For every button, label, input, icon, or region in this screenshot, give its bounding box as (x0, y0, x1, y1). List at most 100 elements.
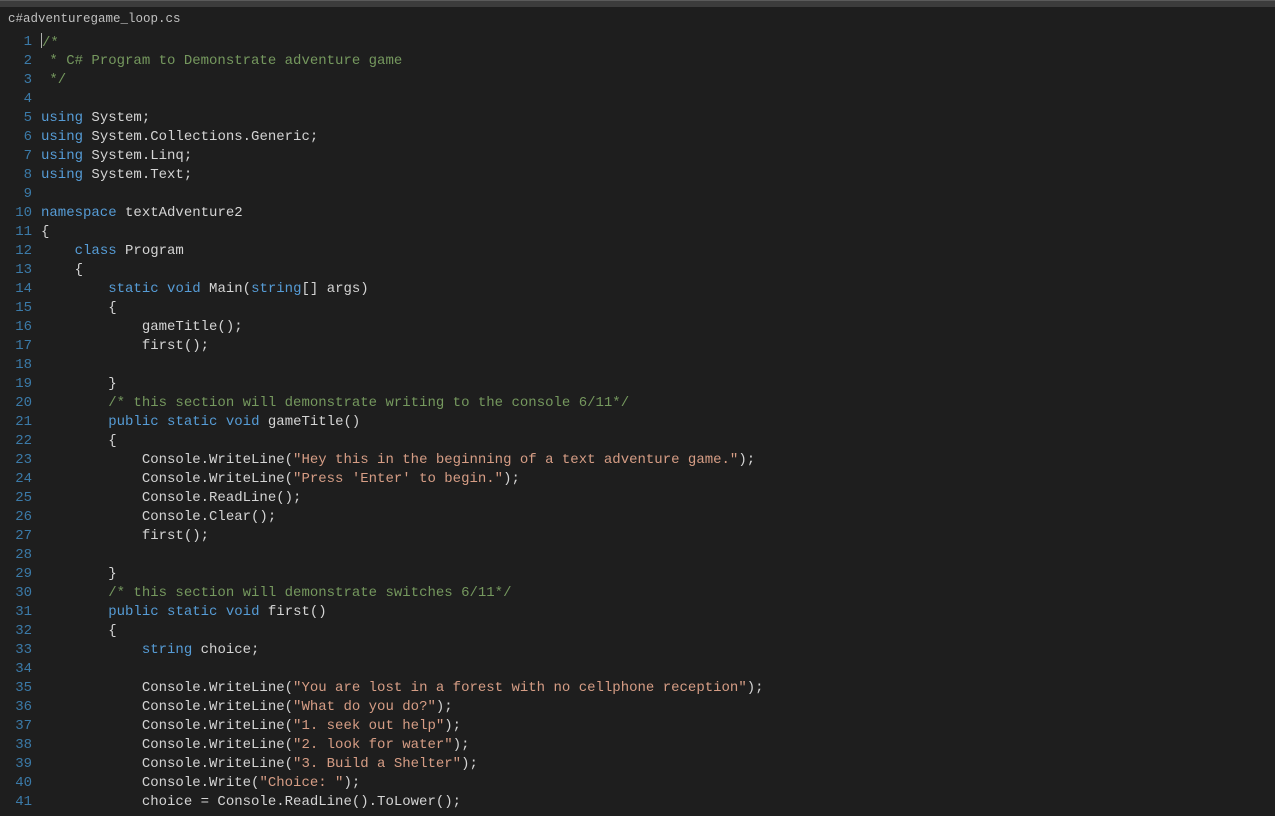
code-line[interactable]: /* this section will demonstrate switche… (41, 584, 1275, 603)
code-line[interactable]: } (41, 375, 1275, 394)
token-keyword: static (167, 414, 217, 430)
line-number: 18 (0, 356, 32, 375)
code-line[interactable]: Console.WriteLine("3. Build a Shelter"); (41, 755, 1275, 774)
code-line[interactable] (41, 185, 1275, 204)
token-text (159, 414, 167, 430)
code-line[interactable]: namespace textAdventure2 (41, 204, 1275, 223)
token-text (159, 281, 167, 297)
tab-file[interactable]: c#adventuregame_loop.cs (2, 7, 191, 32)
code-line[interactable]: Console.WriteLine("What do you do?"); (41, 698, 1275, 717)
token-keyword: using (41, 129, 83, 145)
code-line[interactable] (41, 90, 1275, 109)
line-number: 23 (0, 451, 32, 470)
code-line[interactable]: { (41, 622, 1275, 641)
code-line[interactable]: public static void gameTitle() (41, 413, 1275, 432)
token-keyword: static (167, 604, 217, 620)
code-editor[interactable]: 1234567891011121314151617181920212223242… (0, 31, 1275, 816)
token-text: } (41, 566, 117, 582)
code-line[interactable] (41, 546, 1275, 565)
token-text: Console.WriteLine( (41, 756, 293, 772)
token-text: ); (453, 737, 470, 753)
code-line[interactable]: Console.Write("Choice: "); (41, 774, 1275, 793)
code-line[interactable]: using System.Linq; (41, 147, 1275, 166)
token-text: Console.WriteLine( (41, 699, 293, 715)
code-line[interactable]: Console.ReadLine(); (41, 489, 1275, 508)
token-type: string (251, 281, 301, 297)
token-text: Console.Clear(); (41, 509, 276, 525)
line-number: 32 (0, 622, 32, 641)
token-string: "2. look for water" (293, 737, 453, 753)
token-keyword: void (167, 281, 201, 297)
code-line[interactable]: /* this section will demonstrate writing… (41, 394, 1275, 413)
code-line[interactable]: choice = Console.ReadLine().ToLower(); (41, 793, 1275, 812)
token-text (41, 585, 108, 601)
token-comment: /* this section will demonstrate switche… (108, 585, 511, 601)
token-text: System.Collections.Generic; (83, 129, 318, 145)
code-line[interactable] (41, 356, 1275, 375)
line-number: 9 (0, 185, 32, 204)
line-number: 5 (0, 109, 32, 128)
code-line[interactable]: /* (41, 33, 1275, 52)
token-text: { (41, 262, 83, 278)
line-number: 22 (0, 432, 32, 451)
token-text: gameTitle(); (41, 319, 243, 335)
line-number: 10 (0, 204, 32, 223)
code-line[interactable]: */ (41, 71, 1275, 90)
code-line[interactable]: using System.Text; (41, 166, 1275, 185)
line-number: 39 (0, 755, 32, 774)
code-line[interactable]: first(); (41, 337, 1275, 356)
line-number: 2 (0, 52, 32, 71)
token-text: Console.WriteLine( (41, 452, 293, 468)
line-number: 26 (0, 508, 32, 527)
code-line[interactable]: class Program (41, 242, 1275, 261)
code-line[interactable]: string choice; (41, 641, 1275, 660)
token-text: ); (747, 680, 764, 696)
line-number: 37 (0, 717, 32, 736)
token-text: { (41, 224, 49, 240)
code-line[interactable]: Console.WriteLine("1. seek out help"); (41, 717, 1275, 736)
token-keyword: static (108, 281, 158, 297)
line-number: 20 (0, 394, 32, 413)
line-number: 27 (0, 527, 32, 546)
code-area[interactable]: /* * C# Program to Demonstrate adventure… (38, 31, 1275, 816)
code-line[interactable]: } (41, 565, 1275, 584)
code-line[interactable]: Console.Clear(); (41, 508, 1275, 527)
code-line[interactable]: { (41, 432, 1275, 451)
line-number: 6 (0, 128, 32, 147)
code-line[interactable]: Console.WriteLine("2. look for water"); (41, 736, 1275, 755)
code-line[interactable]: * C# Program to Demonstrate adventure ga… (41, 52, 1275, 71)
token-text: { (41, 433, 117, 449)
token-string: "Press 'Enter' to begin." (293, 471, 503, 487)
line-number: 21 (0, 413, 32, 432)
code-line[interactable]: Console.WriteLine("You are lost in a for… (41, 679, 1275, 698)
token-text: } (41, 376, 117, 392)
token-text: first() (259, 604, 326, 620)
code-line[interactable]: { (41, 261, 1275, 280)
code-line[interactable]: Console.WriteLine("Press 'Enter' to begi… (41, 470, 1275, 489)
token-text: first(); (41, 528, 209, 544)
line-number: 24 (0, 470, 32, 489)
token-text: gameTitle() (259, 414, 360, 430)
code-line[interactable]: gameTitle(); (41, 318, 1275, 337)
code-line[interactable] (41, 660, 1275, 679)
window-chrome-top (0, 0, 1275, 7)
token-string: "What do you do?" (293, 699, 436, 715)
line-number: 13 (0, 261, 32, 280)
code-line[interactable]: using System.Collections.Generic; (41, 128, 1275, 147)
token-string: "You are lost in a forest with no cellph… (293, 680, 747, 696)
code-line[interactable]: public static void first() (41, 603, 1275, 622)
line-number: 33 (0, 641, 32, 660)
token-text: System.Text; (83, 167, 192, 183)
code-line[interactable]: static void Main(string[] args) (41, 280, 1275, 299)
line-number: 12 (0, 242, 32, 261)
code-line[interactable]: { (41, 299, 1275, 318)
code-line[interactable]: Console.WriteLine("Hey this in the begin… (41, 451, 1275, 470)
token-text (159, 604, 167, 620)
token-text: ); (343, 775, 360, 791)
code-line[interactable]: { (41, 223, 1275, 242)
code-line[interactable]: first(); (41, 527, 1275, 546)
token-comment: */ (41, 72, 66, 88)
token-keyword: public (108, 604, 158, 620)
code-line[interactable]: using System; (41, 109, 1275, 128)
line-number: 41 (0, 793, 32, 812)
